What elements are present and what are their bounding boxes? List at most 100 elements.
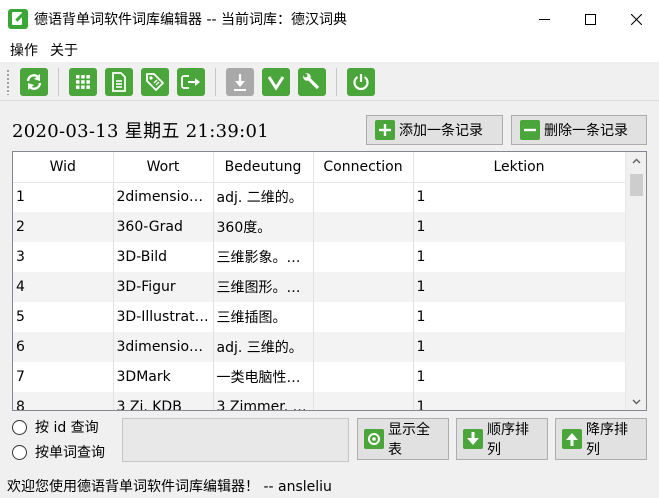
- cell-wid[interactable]: 1: [13, 182, 114, 212]
- power-button[interactable]: [347, 67, 375, 96]
- cell-bedeutung[interactable]: adj. 三维的。: [213, 332, 314, 362]
- cell-connection[interactable]: [313, 272, 414, 302]
- menu-about[interactable]: 关于: [44, 40, 84, 60]
- column-header-wid[interactable]: Wid: [13, 152, 114, 183]
- cell-wort[interactable]: 3D-Bild: [113, 242, 214, 272]
- cell-wid[interactable]: 5: [13, 302, 114, 332]
- download-button[interactable]: [226, 67, 254, 96]
- cell-wid[interactable]: 6: [13, 332, 114, 362]
- toolbar-grip[interactable]: [6, 68, 10, 95]
- cell-lektion[interactable]: 1: [413, 242, 626, 272]
- tag-icon: [146, 72, 165, 91]
- cell-bedeutung[interactable]: 三维图形。…: [213, 272, 314, 302]
- table-row[interactable]: 1 2dimensio… adj. 二维的。 1: [13, 182, 626, 212]
- cell-connection[interactable]: [313, 212, 414, 242]
- table-row[interactable]: 4 3D-Figur 三维图形。… 1: [13, 272, 626, 302]
- cell-bedeutung[interactable]: 360度。: [213, 212, 314, 242]
- cell-wort[interactable]: 3dimensio…: [113, 332, 214, 362]
- cell-connection[interactable]: [313, 332, 414, 362]
- add-record-button[interactable]: 添加一条记录: [366, 115, 503, 145]
- table-header-row: Wid Wort Bedeutung Connection Lektion: [13, 152, 626, 183]
- cell-connection[interactable]: [313, 242, 414, 272]
- scroll-down-arrow[interactable]: [626, 393, 646, 410]
- cell-lektion[interactable]: 1: [413, 272, 626, 302]
- arrow-down-icon: [463, 429, 483, 449]
- cell-lektion[interactable]: 1: [413, 212, 626, 242]
- checkmark-button[interactable]: [262, 67, 290, 96]
- status-bar: 欢迎您使用德语背单词软件词库编辑器！ -- ansleliu: [0, 474, 659, 498]
- scroll-up-arrow[interactable]: [626, 152, 646, 169]
- delete-record-button[interactable]: 删除一条记录: [511, 115, 647, 145]
- radio-button[interactable]: [12, 419, 27, 435]
- cell-wort[interactable]: 2dimensio…: [113, 182, 214, 212]
- grid-icon: [76, 74, 90, 89]
- search-input[interactable]: [122, 418, 349, 462]
- arrow-up-icon: [562, 429, 582, 449]
- download-icon: [234, 73, 246, 91]
- cell-bedeutung[interactable]: 三维插图。: [213, 302, 314, 332]
- cell-wort[interactable]: 3D-Figur: [113, 272, 214, 302]
- show-all-button[interactable]: 显示全表: [357, 418, 449, 460]
- cell-lektion[interactable]: 1: [413, 302, 626, 332]
- cell-wid[interactable]: 7: [13, 362, 114, 392]
- cell-connection[interactable]: [313, 302, 414, 332]
- sort-ascending-button[interactable]: 顺序排列: [456, 418, 548, 460]
- vertical-scrollbar[interactable]: [625, 152, 646, 410]
- word-table[interactable]: Wid Wort Bedeutung Connection Lektion 1 …: [12, 151, 647, 411]
- cell-wid[interactable]: 3: [13, 242, 114, 272]
- column-header-wort[interactable]: Wort: [113, 152, 214, 183]
- export-icon: [181, 74, 200, 89]
- table-row[interactable]: 8 3 Zi. KDB 3 Zimmer. … 1: [13, 392, 626, 410]
- cell-lektion[interactable]: 1: [413, 362, 626, 392]
- checkmark-icon: [267, 75, 285, 91]
- column-header-bedeutung[interactable]: Bedeutung: [213, 152, 314, 183]
- wrench-button[interactable]: [298, 67, 326, 96]
- table-row[interactable]: 5 3D-Illustrat… 三维插图。 1: [13, 302, 626, 332]
- wrench-icon: [303, 72, 320, 89]
- maximize-icon: [584, 13, 596, 25]
- radio-button[interactable]: [12, 444, 27, 460]
- column-header-connection[interactable]: Connection: [313, 152, 414, 183]
- table-row[interactable]: 3 3D-Bild 三维影象。… 1: [13, 242, 626, 272]
- cell-bedeutung[interactable]: 一类电脑性…: [213, 362, 314, 392]
- close-icon: [630, 13, 642, 25]
- menu-operate[interactable]: 操作: [4, 40, 44, 60]
- cell-lektion[interactable]: 1: [413, 182, 626, 212]
- toolbar-separator: [336, 67, 337, 96]
- cell-connection[interactable]: [313, 362, 414, 392]
- close-button[interactable]: [613, 0, 659, 38]
- cell-bedeutung[interactable]: 3 Zimmer. …: [213, 392, 314, 410]
- target-icon: [364, 429, 384, 449]
- cell-bedeutung[interactable]: adj. 二维的。: [213, 182, 314, 212]
- cell-connection[interactable]: [313, 392, 414, 410]
- document-button[interactable]: [105, 67, 133, 96]
- search-by-word-label: 按单词查询: [35, 445, 105, 461]
- cell-wort[interactable]: 3D-Illustrat…: [113, 302, 214, 332]
- cell-wid[interactable]: 8: [13, 392, 114, 410]
- cell-wid[interactable]: 2: [13, 212, 114, 242]
- power-icon: [353, 73, 369, 90]
- search-by-id-option[interactable]: 按 id 查询: [12, 417, 99, 437]
- column-header-lektion[interactable]: Lektion: [413, 152, 626, 183]
- cell-lektion[interactable]: 1: [413, 392, 626, 410]
- maximize-button[interactable]: [567, 0, 613, 38]
- refresh-button[interactable]: [20, 67, 48, 96]
- cell-wort[interactable]: 3DMark: [113, 362, 214, 392]
- cell-wort[interactable]: 360-Grad: [113, 212, 214, 242]
- export-button[interactable]: [177, 67, 205, 96]
- cell-wort[interactable]: 3 Zi. KDB: [113, 392, 214, 410]
- minimize-button[interactable]: [521, 0, 567, 38]
- sort-descending-button[interactable]: 降序排列: [555, 418, 647, 460]
- search-by-word-option[interactable]: 按单词查询: [12, 442, 105, 462]
- tag-button[interactable]: [141, 67, 169, 96]
- grid-button[interactable]: [69, 67, 97, 96]
- cell-lektion[interactable]: 1: [413, 332, 626, 362]
- table-row[interactable]: 6 3dimensio… adj. 三维的。 1: [13, 332, 626, 362]
- scrollbar-thumb[interactable]: [630, 174, 643, 196]
- table-row[interactable]: 7 3DMark 一类电脑性… 1: [13, 362, 626, 392]
- cell-wid[interactable]: 4: [13, 272, 114, 302]
- cell-bedeutung[interactable]: 三维影象。…: [213, 242, 314, 272]
- sort-ascending-label: 顺序排列: [487, 422, 529, 458]
- cell-connection[interactable]: [313, 182, 414, 212]
- table-row[interactable]: 2 360-Grad 360度。 1: [13, 212, 626, 242]
